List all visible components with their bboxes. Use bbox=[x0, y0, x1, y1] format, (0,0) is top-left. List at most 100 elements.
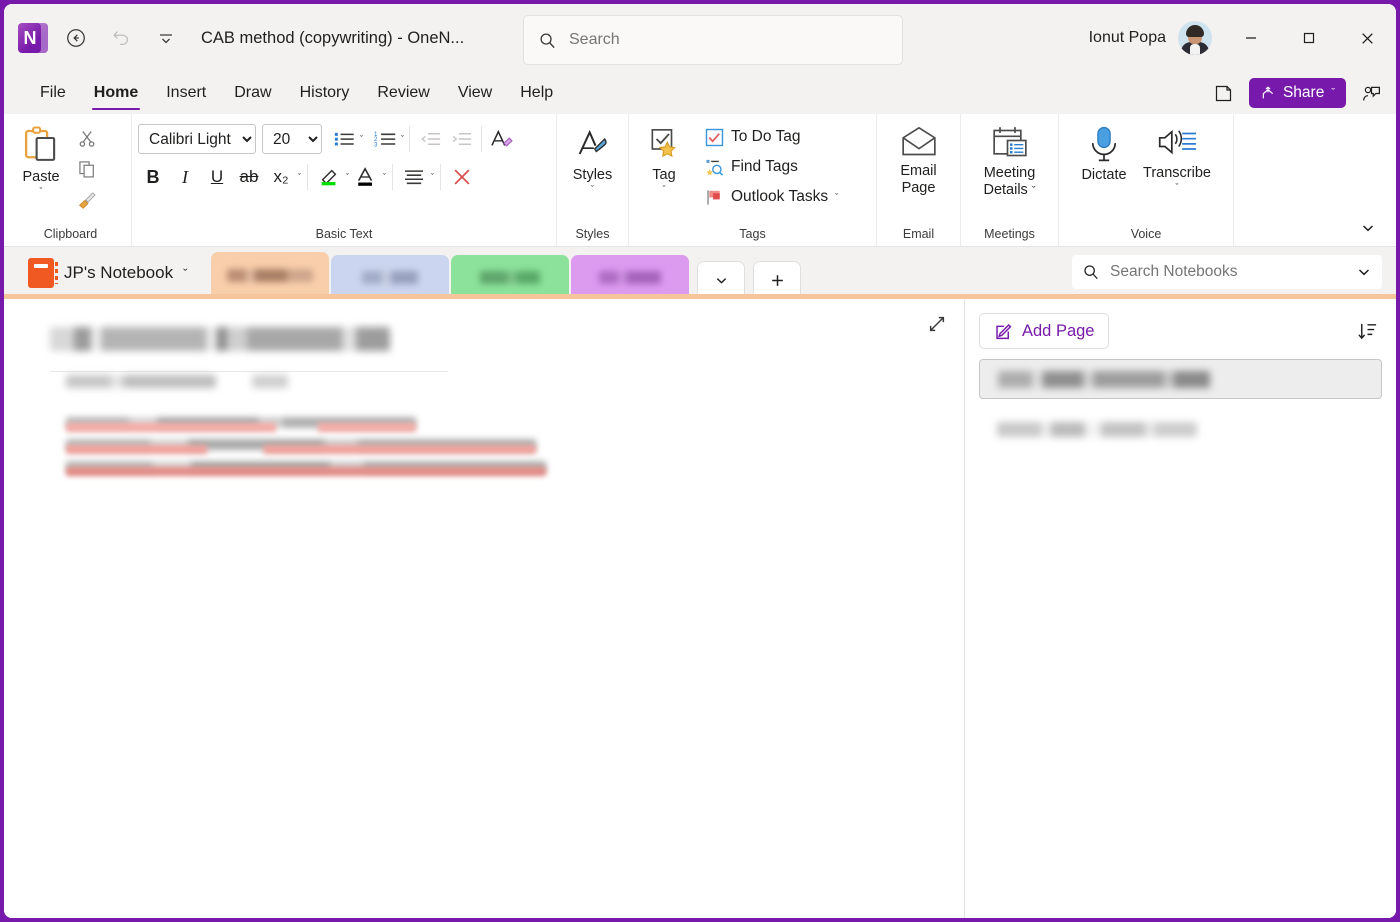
email-group-label: Email bbox=[902, 227, 935, 241]
minimize-button[interactable] bbox=[1222, 4, 1280, 72]
find-tags-button[interactable]: Find Tags bbox=[699, 152, 844, 182]
search-input[interactable] bbox=[569, 31, 888, 49]
expand-diagonal-icon[interactable] bbox=[924, 311, 950, 337]
page-list-item-2[interactable] bbox=[979, 409, 1382, 449]
font-size-select[interactable]: 20 bbox=[262, 124, 322, 154]
plus-icon bbox=[772, 275, 783, 286]
share-button[interactable]: Share ˇ bbox=[1248, 78, 1346, 108]
tab-insert[interactable]: Insert bbox=[152, 72, 220, 114]
subscript-button[interactable]: x₂ bbox=[266, 162, 296, 192]
tab-review[interactable]: Review bbox=[363, 72, 443, 114]
clear-formatting-icon[interactable] bbox=[487, 124, 517, 154]
styles-group-label: Styles bbox=[575, 227, 610, 241]
section-tab-1-label bbox=[227, 269, 314, 282]
meeting-details-button[interactable]: Meeting Details ˇ bbox=[975, 120, 1043, 199]
close-button[interactable] bbox=[1338, 4, 1396, 72]
section-tabs bbox=[211, 252, 802, 299]
search-icon bbox=[538, 31, 557, 50]
decrease-indent-icon bbox=[415, 124, 445, 154]
notebook-icon bbox=[28, 258, 58, 288]
font-family-select[interactable]: Calibri Light bbox=[138, 124, 256, 154]
tag-label: Tag bbox=[652, 167, 676, 183]
email-line2: Page bbox=[901, 180, 936, 197]
notebook-caret: ˇ bbox=[183, 265, 188, 281]
tab-file[interactable]: File bbox=[26, 72, 80, 114]
maximize-button[interactable] bbox=[1280, 4, 1338, 72]
search-notebooks-input[interactable] bbox=[1110, 263, 1346, 281]
meetings-group-label: Meetings bbox=[984, 227, 1035, 241]
font-color-caret[interactable]: ˇ bbox=[383, 173, 386, 182]
notebook-selector[interactable]: JP's Notebook ˇ bbox=[18, 247, 200, 299]
numbered-list-icon[interactable]: 1 2 3 bbox=[370, 124, 400, 154]
body-line-1 bbox=[66, 417, 546, 432]
cut-icon[interactable] bbox=[72, 124, 102, 154]
user-account[interactable]: Ionut Popa bbox=[1089, 4, 1212, 72]
bold-button[interactable]: B bbox=[138, 162, 168, 192]
ribbon-tab-bar: File Home Insert Draw History Review Vie… bbox=[4, 72, 1396, 114]
paste-button[interactable]: Paste ˇ bbox=[10, 120, 72, 196]
search-notebooks[interactable] bbox=[1072, 255, 1382, 289]
sticky-note-icon[interactable] bbox=[1209, 78, 1239, 108]
ribbon-actions: Share ˇ bbox=[1209, 72, 1386, 114]
highlighter-icon[interactable] bbox=[314, 162, 344, 192]
outlook-tasks-caret: ˇ bbox=[835, 192, 839, 202]
microphone-icon bbox=[1091, 126, 1117, 162]
avatar[interactable] bbox=[1178, 21, 1212, 55]
page-list-item-2-title bbox=[997, 421, 1197, 437]
format-painter-icon[interactable] bbox=[72, 184, 102, 214]
add-page-label: Add Page bbox=[1022, 321, 1095, 340]
email-page-button[interactable]: Email Page bbox=[888, 120, 950, 197]
meeting-line2: Details bbox=[983, 182, 1028, 199]
transcribe-caret: ˇ bbox=[1175, 182, 1179, 193]
tab-help[interactable]: Help bbox=[506, 72, 567, 114]
styles-button[interactable]: Styles ˇ bbox=[562, 120, 624, 194]
section-tab-4[interactable] bbox=[571, 255, 690, 299]
strikethrough-button[interactable]: ab bbox=[234, 162, 264, 192]
title-divider bbox=[50, 371, 448, 372]
numbering-caret[interactable]: ˇ bbox=[401, 135, 404, 144]
add-page-button[interactable]: Add Page bbox=[979, 313, 1110, 349]
section-tab-4-label bbox=[599, 270, 662, 284]
sort-icon[interactable] bbox=[1352, 316, 1382, 346]
global-search[interactable] bbox=[523, 15, 903, 65]
tab-draw[interactable]: Draw bbox=[220, 72, 285, 114]
outlook-tasks-button[interactable]: Outlook Tasks ˇ bbox=[699, 182, 844, 212]
person-comment-icon[interactable] bbox=[1356, 78, 1386, 108]
to-do-tag-button[interactable]: To Do Tag bbox=[699, 122, 844, 152]
copy-icon[interactable] bbox=[72, 154, 102, 184]
share-label: Share bbox=[1282, 84, 1325, 101]
collapse-ribbon-icon[interactable] bbox=[1354, 216, 1382, 240]
tab-view[interactable]: View bbox=[444, 72, 506, 114]
page-list-item-1[interactable] bbox=[979, 359, 1382, 399]
bullets-caret[interactable]: ˇ bbox=[360, 135, 363, 144]
transcribe-button[interactable]: Transcribe ˇ bbox=[1135, 120, 1219, 192]
tag-button[interactable]: Tag ˇ bbox=[633, 120, 695, 194]
transcribe-label: Transcribe bbox=[1143, 165, 1211, 181]
undo-icon[interactable] bbox=[104, 21, 138, 55]
ribbon: Paste ˇ Clipboard Calibri Light 20 ˇ 1 2… bbox=[4, 114, 1396, 247]
section-tab-3[interactable] bbox=[451, 255, 570, 299]
remove-formatting-x-icon[interactable] bbox=[447, 162, 477, 192]
highlight-caret[interactable]: ˇ bbox=[346, 173, 349, 182]
back-arrow-icon[interactable] bbox=[59, 21, 93, 55]
user-name: Ionut Popa bbox=[1088, 29, 1166, 46]
align-left-icon[interactable] bbox=[399, 162, 429, 192]
tab-history[interactable]: History bbox=[286, 72, 364, 114]
bulleted-list-icon[interactable] bbox=[329, 124, 359, 154]
align-caret[interactable]: ˇ bbox=[431, 173, 434, 182]
page-body[interactable] bbox=[66, 417, 546, 476]
dictate-button[interactable]: Dictate bbox=[1073, 120, 1135, 184]
subscript-caret[interactable]: ˇ bbox=[298, 173, 301, 182]
tab-home[interactable]: Home bbox=[80, 72, 152, 114]
page-title[interactable] bbox=[50, 327, 470, 351]
section-tab-2[interactable] bbox=[331, 255, 450, 299]
underline-button[interactable]: U bbox=[202, 162, 232, 192]
main-area: Add Page bbox=[4, 299, 1396, 918]
italic-button[interactable]: I bbox=[170, 162, 200, 192]
section-tab-1[interactable] bbox=[211, 252, 330, 299]
font-color-icon[interactable] bbox=[351, 162, 381, 192]
chevron-down-icon bbox=[716, 278, 727, 284]
page-canvas[interactable] bbox=[4, 299, 964, 918]
customize-quick-access-icon[interactable] bbox=[149, 21, 183, 55]
section-tab-3-label bbox=[480, 270, 541, 284]
